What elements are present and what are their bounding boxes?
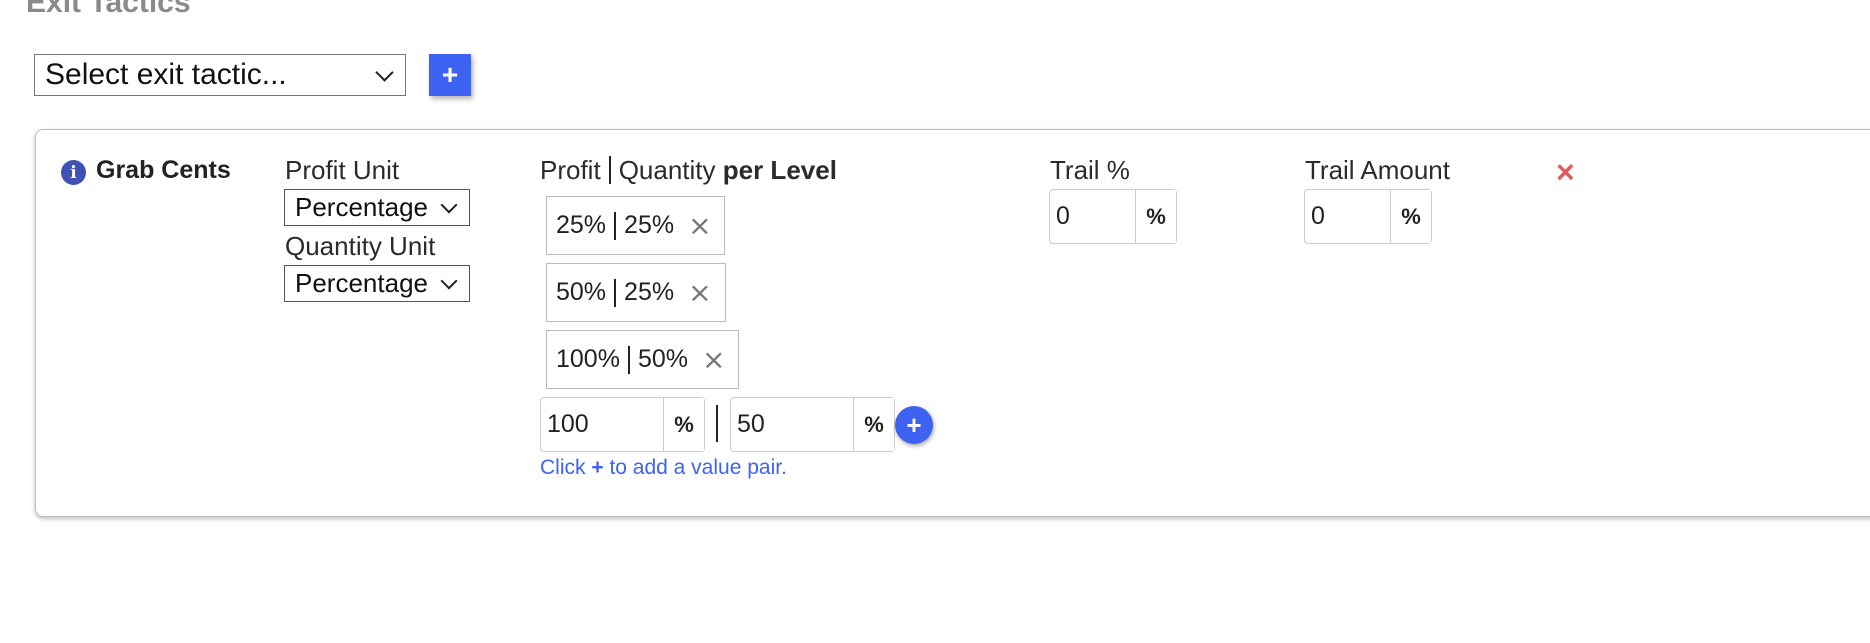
close-icon[interactable]: × — [688, 276, 711, 309]
exit-tactic-select[interactable]: Select exit tactic... — [34, 54, 406, 96]
level-quantity: 25% — [624, 211, 675, 239]
level-pair: 50% 25% × — [546, 263, 726, 322]
new-profit-input[interactable]: 100 — [541, 398, 664, 451]
level-profit: 25% — [556, 211, 607, 239]
profit-unit-value: Percentage — [295, 192, 428, 222]
levels-header-profit: Profit — [540, 155, 601, 185]
add-value-pair-button[interactable]: + — [895, 406, 933, 444]
info-icon[interactable]: i — [61, 160, 86, 185]
level-pair: 100% 50% × — [546, 330, 739, 389]
tactic-name: Grab Cents — [96, 156, 231, 184]
hint-suffix: to add a value pair. — [609, 456, 787, 479]
chevron-down-icon — [375, 63, 394, 82]
levels-header-quantity: Quantity — [618, 155, 716, 185]
profit-unit-label: Profit Unit — [285, 155, 400, 185]
trail-amount-input-group: 0 % — [1304, 189, 1432, 244]
trail-percent-unit: % — [1136, 190, 1176, 243]
exit-tactic-card — [35, 129, 1870, 517]
quantity-unit-label: Quantity Unit — [285, 231, 436, 261]
new-quantity-unit: % — [854, 398, 894, 451]
close-icon[interactable]: × — [688, 209, 711, 242]
trail-percent-label: Trail % — [1050, 155, 1130, 185]
chevron-down-icon — [440, 272, 458, 290]
chevron-down-icon — [440, 196, 458, 214]
close-icon[interactable]: × — [1556, 156, 1575, 188]
levels-header-suffix: per Level — [722, 155, 837, 185]
section-title: Exit Tactics — [26, 0, 191, 19]
new-quantity-input-group: 50 % — [730, 397, 895, 452]
pipe-divider — [608, 156, 611, 184]
trail-amount-label: Trail Amount — [1305, 155, 1450, 185]
pipe-divider — [614, 278, 617, 307]
pipe-divider — [614, 211, 617, 240]
profit-unit-select[interactable]: Percentage — [284, 189, 470, 226]
trail-percent-input[interactable]: 0 — [1050, 190, 1136, 243]
level-profit: 50% — [556, 278, 607, 306]
level-profit: 100% — [556, 345, 620, 373]
trail-amount-unit: % — [1391, 190, 1431, 243]
add-pair-hint: Click + to add a value pair. — [540, 456, 787, 480]
pipe-divider — [627, 345, 630, 374]
quantity-unit-select[interactable]: Percentage — [284, 265, 470, 302]
exit-tactic-select-value: Select exit tactic... — [45, 58, 287, 91]
trail-percent-input-group: 0 % — [1049, 189, 1177, 244]
level-quantity: 25% — [624, 278, 675, 306]
hint-plus: + — [591, 456, 604, 479]
level-quantity: 50% — [637, 345, 688, 373]
new-quantity-input[interactable]: 50 — [731, 398, 854, 451]
trail-amount-input[interactable]: 0 — [1305, 190, 1391, 243]
new-profit-input-group: 100 % — [540, 397, 705, 452]
add-exit-tactic-button[interactable]: + — [429, 54, 471, 96]
close-icon[interactable]: × — [702, 343, 725, 376]
pair-separator — [716, 405, 718, 442]
new-profit-unit: % — [664, 398, 704, 451]
hint-prefix: Click — [540, 456, 586, 479]
level-pair: 25% 25% × — [546, 196, 725, 255]
quantity-unit-value: Percentage — [295, 268, 428, 298]
levels-header: Profit Quantity per Level — [540, 155, 837, 186]
